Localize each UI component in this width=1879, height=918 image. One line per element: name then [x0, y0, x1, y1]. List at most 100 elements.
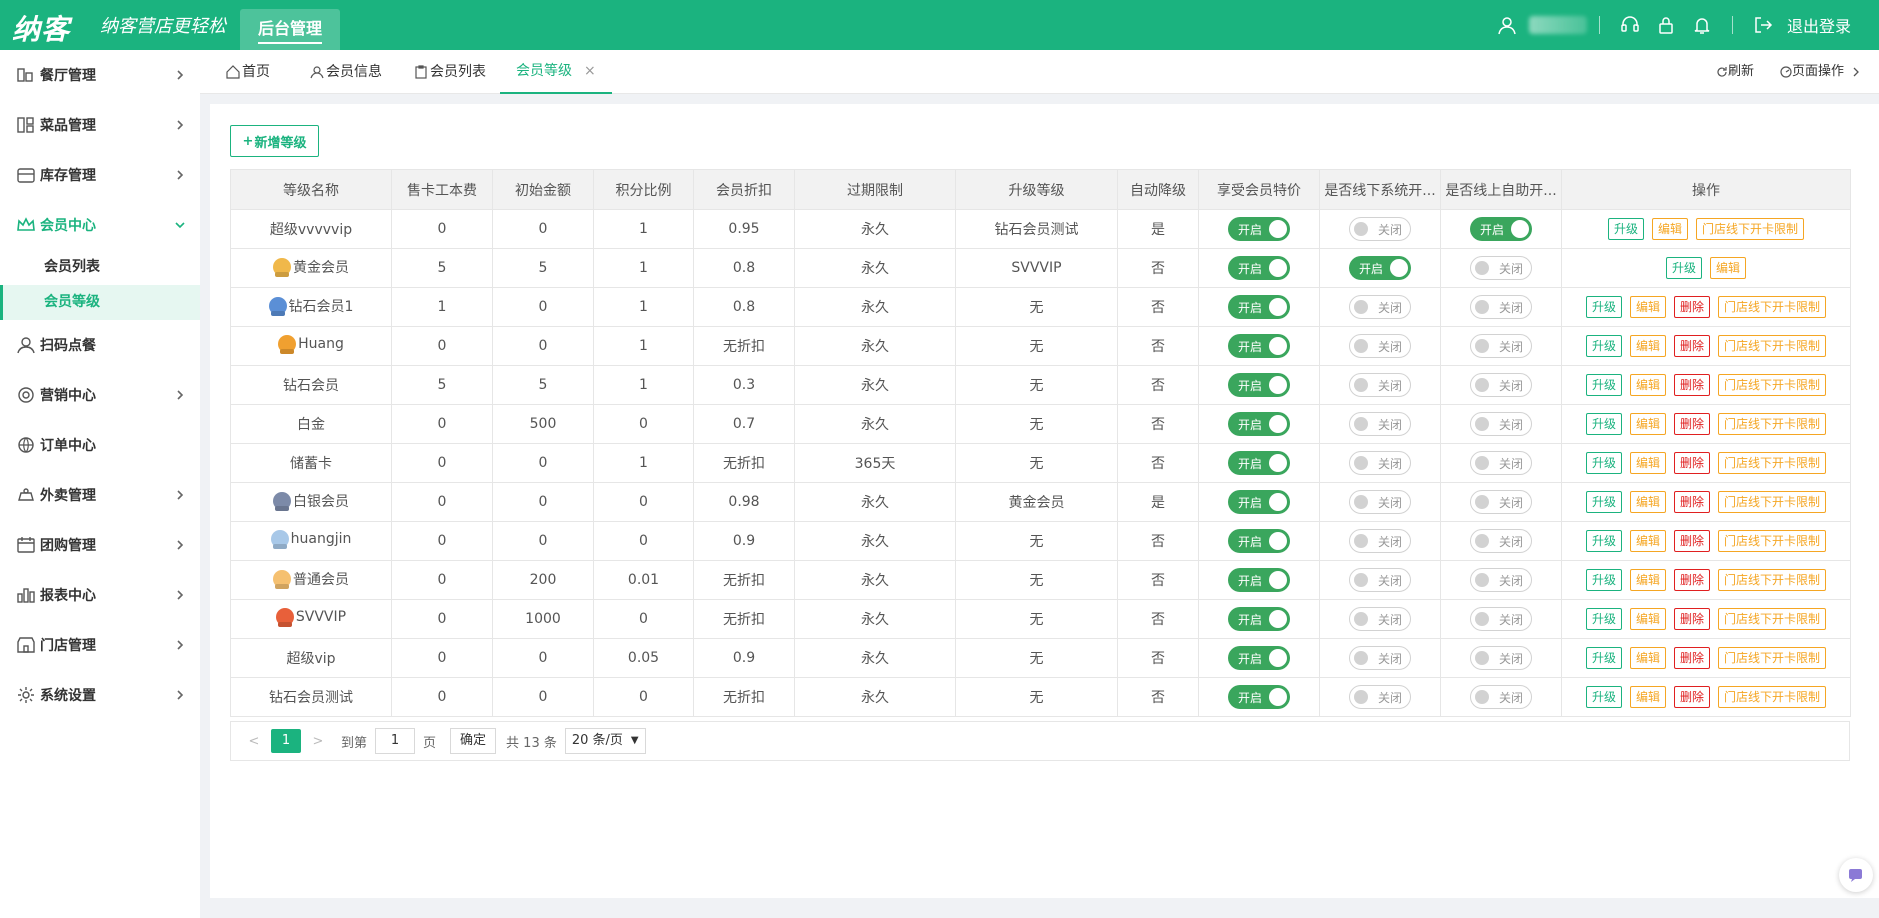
add-level-button[interactable]: + 新增等级 [230, 125, 319, 157]
toggle-on[interactable]: 开启 [1228, 607, 1290, 631]
upgrade-button[interactable]: 升级 [1665, 257, 1702, 279]
edit-button[interactable]: 编辑 [1629, 374, 1666, 396]
toggle-off[interactable]: 关闭 [1349, 568, 1411, 592]
sidebar-item-calendar[interactable]: 团购管理 [0, 520, 200, 570]
edit-button[interactable]: 编辑 [1629, 413, 1666, 435]
edit-button[interactable]: 编辑 [1629, 452, 1666, 474]
toggle-on[interactable]: 开启 [1228, 295, 1290, 319]
toggle-on[interactable]: 开启 [1228, 451, 1290, 475]
toggle-off[interactable]: 关闭 [1349, 490, 1411, 514]
toggle-off[interactable]: 关闭 [1470, 568, 1532, 592]
sidebar-item-globe[interactable]: 订单中心 [0, 420, 200, 470]
store-limit-button[interactable]: 门店线下开卡限制 [1718, 491, 1827, 513]
logout-icon[interactable] [1752, 14, 1774, 36]
sidebar-item-gear[interactable]: 系统设置 [0, 670, 200, 720]
delete-button[interactable]: 删除 [1674, 452, 1711, 474]
toggle-off[interactable]: 关闭 [1349, 217, 1411, 241]
backend-management-tab[interactable]: 后台管理 [240, 9, 340, 50]
toggle-off[interactable]: 关闭 [1349, 334, 1411, 358]
edit-button[interactable]: 编辑 [1629, 491, 1666, 513]
page-ops-button[interactable]: 页面操作 [1780, 50, 1862, 94]
toggle-on[interactable]: 开启 [1228, 412, 1290, 436]
edit-button[interactable]: 编辑 [1629, 686, 1666, 708]
toggle-off[interactable]: 关闭 [1349, 529, 1411, 553]
next-page-button[interactable]: > [307, 734, 329, 749]
edit-button[interactable]: 编辑 [1629, 296, 1666, 318]
edit-button[interactable]: 编辑 [1629, 530, 1666, 552]
toggle-on[interactable]: 开启 [1228, 646, 1290, 670]
store-limit-button[interactable]: 门店线下开卡限制 [1718, 647, 1827, 669]
upgrade-button[interactable]: 升级 [1585, 335, 1622, 357]
store-limit-button[interactable]: 门店线下开卡限制 [1718, 530, 1827, 552]
goto-page-input[interactable]: 1 [375, 728, 416, 754]
edit-button[interactable]: 编辑 [1710, 257, 1747, 279]
toggle-off[interactable]: 关闭 [1349, 685, 1411, 709]
tab-member-level[interactable]: 会员等级 × [500, 50, 612, 94]
toggle-off[interactable]: 关闭 [1349, 373, 1411, 397]
prev-page-button[interactable]: < [243, 734, 265, 749]
upgrade-button[interactable]: 升级 [1585, 413, 1622, 435]
store-limit-button[interactable]: 门店线下开卡限制 [1718, 413, 1827, 435]
headset-icon[interactable] [1619, 14, 1641, 36]
delete-button[interactable]: 删除 [1674, 413, 1711, 435]
toggle-off[interactable]: 关闭 [1470, 295, 1532, 319]
chevron-right-icon[interactable] [1850, 66, 1862, 78]
store-limit-button[interactable]: 门店线下开卡限制 [1718, 452, 1827, 474]
edit-button[interactable]: 编辑 [1629, 647, 1666, 669]
upgrade-button[interactable]: 升级 [1607, 218, 1644, 240]
toggle-on[interactable]: 开启 [1228, 334, 1290, 358]
delete-button[interactable]: 删除 [1674, 647, 1711, 669]
toggle-off[interactable]: 关闭 [1349, 451, 1411, 475]
toggle-off[interactable]: 关闭 [1470, 529, 1532, 553]
upgrade-button[interactable]: 升级 [1585, 530, 1622, 552]
toggle-on[interactable]: 开启 [1228, 685, 1290, 709]
tab-member-info[interactable]: 会员信息 [310, 50, 382, 94]
upgrade-button[interactable]: 升级 [1585, 374, 1622, 396]
sidebar-subitem-member-list[interactable]: 会员列表 [0, 250, 200, 285]
store-limit-button[interactable]: 门店线下开卡限制 [1696, 218, 1805, 240]
store-limit-button[interactable]: 门店线下开卡限制 [1718, 335, 1827, 357]
logout-button[interactable]: 退出登录 [1787, 13, 1851, 37]
username-blurred[interactable] [1528, 16, 1587, 34]
toggle-on[interactable]: 开启 [1228, 568, 1290, 592]
delete-button[interactable]: 删除 [1674, 608, 1711, 630]
user-avatar-icon[interactable] [1496, 14, 1518, 36]
current-page[interactable]: 1 [271, 729, 301, 753]
sidebar-item-report[interactable]: 报表中心 [0, 570, 200, 620]
sidebar-item-store[interactable]: 门店管理 [0, 620, 200, 670]
delete-button[interactable]: 删除 [1674, 569, 1711, 591]
delete-button[interactable]: 删除 [1674, 530, 1711, 552]
edit-button[interactable]: 编辑 [1629, 608, 1666, 630]
toggle-off[interactable]: 关闭 [1349, 646, 1411, 670]
toggle-off[interactable]: 关闭 [1470, 490, 1532, 514]
toggle-off[interactable]: 关闭 [1470, 646, 1532, 670]
toggle-off[interactable]: 关闭 [1349, 412, 1411, 436]
sidebar-subitem-member-level[interactable]: 会员等级 [0, 285, 200, 320]
toggle-on[interactable]: 开启 [1228, 256, 1290, 280]
confirm-button[interactable]: 确定 [450, 728, 497, 754]
toggle-on[interactable]: 开启 [1470, 217, 1532, 241]
toggle-off[interactable]: 关闭 [1470, 256, 1532, 280]
edit-button[interactable]: 编辑 [1651, 218, 1688, 240]
refresh-button[interactable]: 刷新 [1716, 50, 1754, 94]
close-icon[interactable]: × [584, 49, 596, 93]
toggle-off[interactable]: 关闭 [1470, 685, 1532, 709]
floating-chat-button[interactable] [1839, 858, 1873, 892]
delete-button[interactable]: 删除 [1674, 491, 1711, 513]
delete-button[interactable]: 删除 [1674, 335, 1711, 357]
store-limit-button[interactable]: 门店线下开卡限制 [1718, 569, 1827, 591]
toggle-off[interactable]: 关闭 [1349, 295, 1411, 319]
tab-home[interactable]: 首页 [226, 50, 270, 94]
toggle-off[interactable]: 关闭 [1470, 334, 1532, 358]
sidebar-item-target[interactable]: 营销中心 [0, 370, 200, 420]
upgrade-button[interactable]: 升级 [1585, 569, 1622, 591]
upgrade-button[interactable]: 升级 [1585, 686, 1622, 708]
bell-icon[interactable] [1691, 14, 1713, 36]
toggle-on[interactable]: 开启 [1228, 373, 1290, 397]
toggle-off[interactable]: 关闭 [1470, 607, 1532, 631]
tab-member-list[interactable]: 会员列表 [414, 50, 486, 94]
toggle-off[interactable]: 关闭 [1470, 412, 1532, 436]
upgrade-button[interactable]: 升级 [1585, 608, 1622, 630]
toggle-off[interactable]: 关闭 [1470, 373, 1532, 397]
store-limit-button[interactable]: 门店线下开卡限制 [1718, 374, 1827, 396]
